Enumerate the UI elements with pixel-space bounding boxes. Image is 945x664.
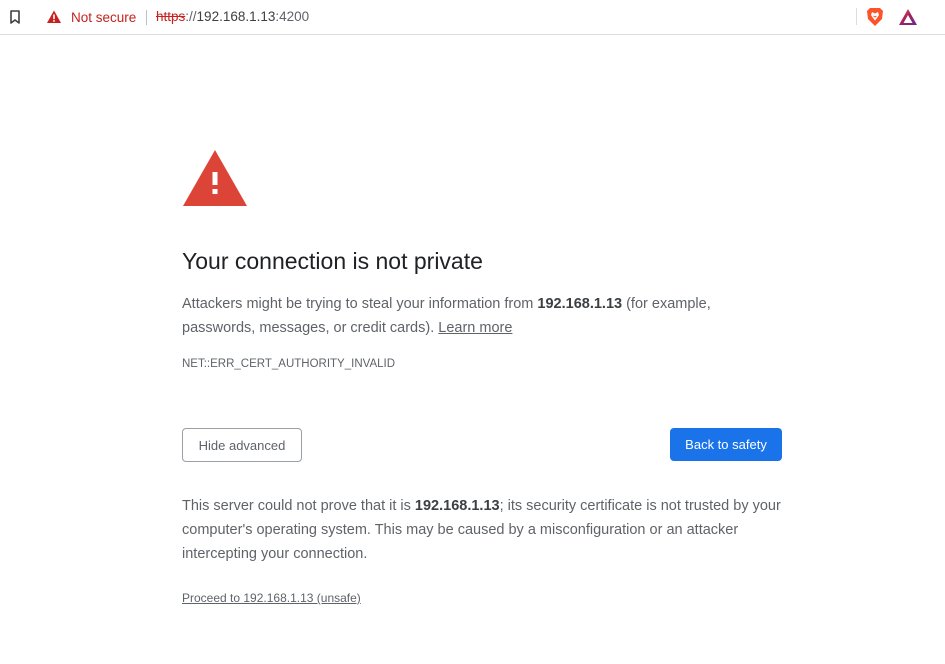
- url-separator: ://: [185, 9, 197, 24]
- brave-rewards-triangle-icon: [899, 9, 917, 25]
- proceed-paragraph: Proceed to 192.168.1.13 (unsafe): [182, 591, 361, 605]
- url-text[interactable]: https://192.168.1.13:4200: [156, 9, 309, 24]
- warning-triangle-icon: [183, 150, 247, 206]
- security-indicator[interactable]: Not secure: [46, 7, 136, 27]
- address-bar[interactable]: Not secure https://192.168.1.13:4200: [38, 3, 927, 31]
- toolbar-divider: [856, 8, 857, 25]
- brave-lion-icon: [867, 8, 883, 26]
- omnibox-divider: [146, 10, 147, 25]
- url-scheme: https: [156, 9, 186, 24]
- browser-toolbar: Not secure https://192.168.1.13:4200: [0, 0, 945, 35]
- proceed-unsafe-link[interactable]: Proceed to 192.168.1.13 (unsafe): [182, 591, 361, 605]
- summary-prefix: Attackers might be trying to steal your …: [182, 296, 538, 312]
- brave-shields-button[interactable]: [866, 7, 884, 27]
- summary-text: Attackers might be trying to steal your …: [182, 292, 782, 340]
- hide-advanced-button[interactable]: Hide advanced: [182, 428, 302, 462]
- learn-more-link[interactable]: Learn more: [438, 320, 512, 336]
- error-code: NET::ERR_CERT_AUTHORITY_INVALID: [182, 358, 396, 370]
- details-text: This server could not prove that it is 1…: [182, 494, 782, 566]
- summary-host: 192.168.1.13: [537, 296, 623, 312]
- security-label: Not secure: [71, 9, 137, 25]
- details-prefix: This server could not prove that it is: [182, 498, 415, 514]
- page-title: Your connection is not private: [182, 248, 483, 274]
- warning-triangle-icon: [47, 10, 61, 23]
- url-host: 192.168.1.13: [196, 9, 276, 24]
- back-to-safety-button[interactable]: Back to safety: [670, 428, 782, 461]
- brave-rewards-button[interactable]: [898, 8, 918, 26]
- url-port: :4200: [275, 9, 310, 24]
- bookmark-icon[interactable]: [6, 8, 24, 26]
- details-host: 192.168.1.13: [414, 498, 500, 514]
